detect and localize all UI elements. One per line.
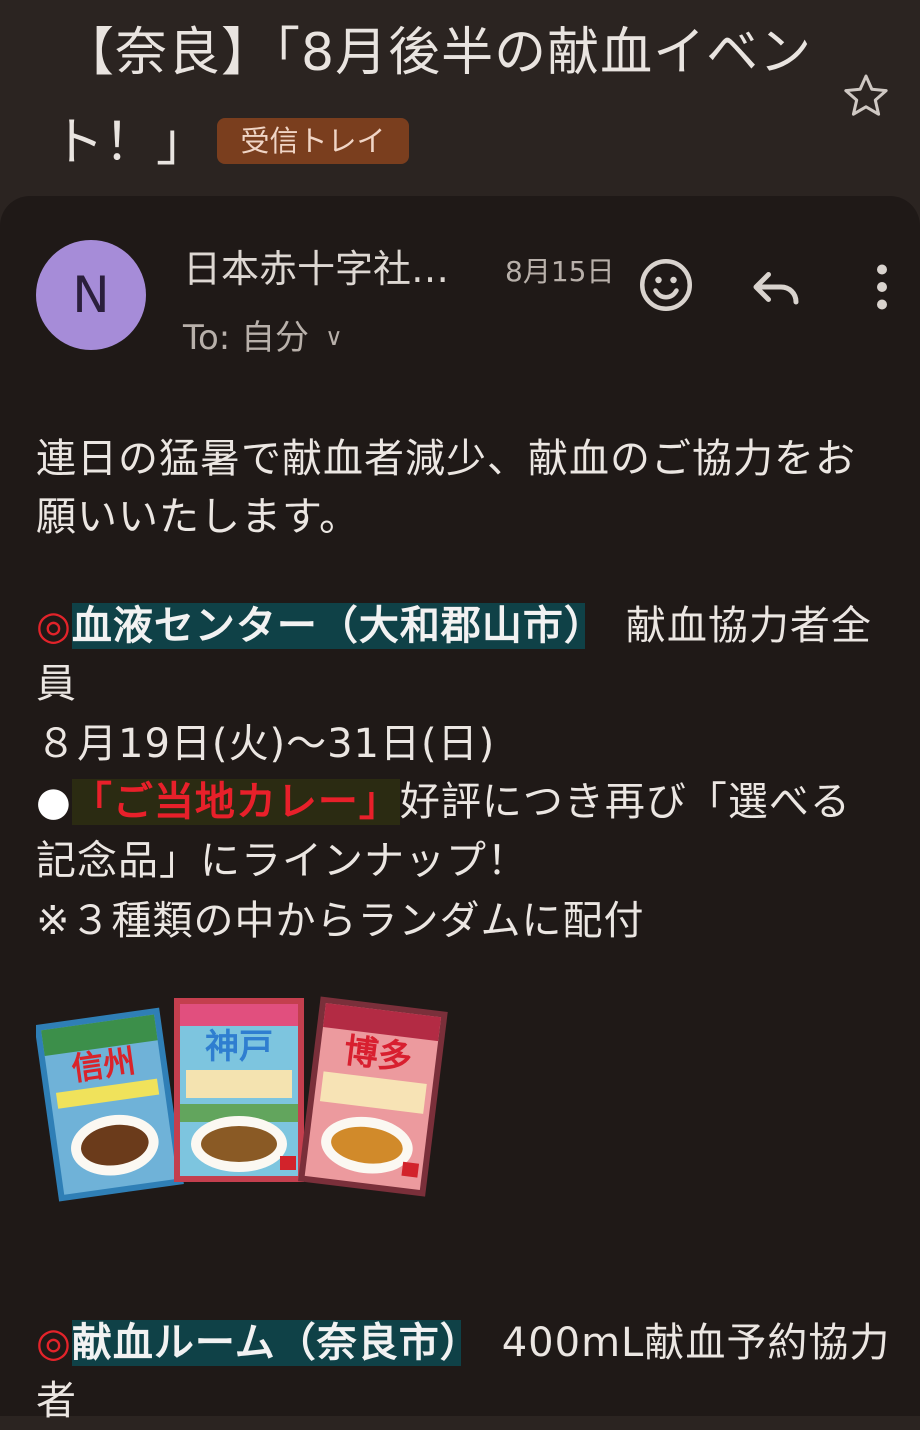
sender-name[interactable]: 日本赤十字社… [183, 244, 449, 294]
email-subject-continued: ト！」 [52, 113, 209, 173]
bullet-mark: ● [36, 779, 72, 825]
blood-room-title: 献血ルーム（奈良市） [71, 1320, 461, 1366]
shinshu-curry-package: 信州 [36, 1007, 184, 1202]
star-icon[interactable] [840, 70, 892, 122]
package-label-kobe: 神戸 [205, 1027, 273, 1067]
section-blood-center: ◎血液センター（大和郡山市） 献血協力者全 [36, 597, 896, 655]
email-subject: 【奈良】「8月後半の献血イベン [62, 23, 813, 83]
hakata-curry-package: 博多 [298, 996, 448, 1197]
section-blood-room: ◎献血ルーム（奈良市） 400mL献血予約協力 [36, 1314, 896, 1372]
body-paragraph-line: 記念品」にラインナップ！ [36, 838, 528, 884]
double-circle-mark: ◎ [36, 603, 72, 649]
double-circle-mark: ◎ [36, 1320, 72, 1366]
section-text: 400mL献血予約協力 [460, 1320, 891, 1366]
body-paragraph-line: 員 [36, 661, 77, 707]
curry-packages-image[interactable]: 信州 神戸 博多 [36, 994, 448, 1208]
more-options-icon[interactable] [852, 257, 912, 317]
recipient-line[interactable]: To: 自分 ∨ [183, 314, 343, 361]
message-date: 8月15日 [505, 255, 615, 288]
chevron-down-icon[interactable]: ∨ [325, 314, 343, 360]
inbox-label-chip[interactable]: 受信トレイ [217, 118, 409, 164]
body-paragraph-line: 者 [36, 1378, 77, 1424]
recipient-text: To: 自分 [183, 318, 310, 358]
curry-highlight: 「ご当地カレー」 [71, 779, 400, 825]
avatar[interactable]: N [36, 240, 146, 350]
body-paragraph-line: 願いいたします。 [36, 494, 360, 540]
kobe-curry-package: 神戸 [174, 998, 304, 1182]
curry-line: ●「ご当地カレー」好評につき再び「選べる [36, 773, 896, 831]
event-dates: ８月19日(火)〜31日(日) [36, 721, 496, 767]
section-text: 献血協力者全 [584, 603, 872, 649]
random-note: ※３種類の中からランダムに配付 [36, 898, 645, 944]
blood-center-title: 血液センター（大和郡山市） [71, 603, 585, 649]
emoji-reaction-icon[interactable] [636, 255, 696, 315]
subject-area: 【奈良】「8月後半の献血イベン ト！」 受信トレイ [0, 0, 920, 200]
curry-text: 好評につき再び「選べる [399, 779, 851, 825]
package-label-hakata: 博多 [342, 1031, 414, 1079]
body-paragraph-line: 連日の猛暑で献血者減少、献血のご協力をお [36, 436, 856, 482]
reply-icon[interactable] [746, 257, 806, 317]
